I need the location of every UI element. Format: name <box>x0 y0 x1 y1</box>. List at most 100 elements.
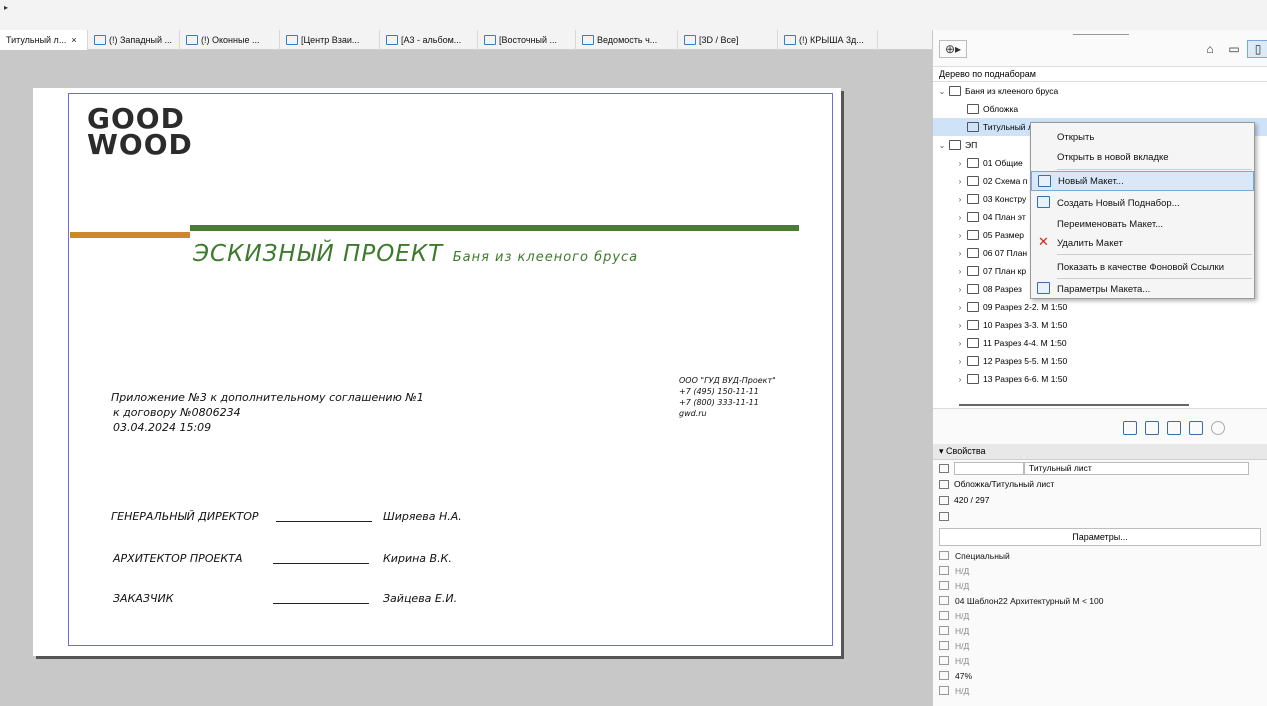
setting-icon <box>939 611 949 620</box>
tab-2[interactable]: (!) Оконные ... <box>180 30 280 50</box>
expand-arrow-icon[interactable]: ▸ <box>4 3 8 12</box>
tree-item[interactable]: › 12 Разрез 5-5. М 1:50 <box>933 352 1267 370</box>
view-icon <box>386 35 398 45</box>
setting-label: Специальный <box>955 550 1010 561</box>
new-subset-icon[interactable] <box>1145 421 1159 435</box>
tree-item-label: 03 Констру <box>983 194 1027 204</box>
menu-show-background[interactable]: Показать в качестве Фоновой Ссылки <box>1031 257 1254 277</box>
tab-3[interactable]: [Центр Взаи... <box>280 30 380 50</box>
menu-layout-params[interactable]: Параметры Макета... <box>1031 279 1254 299</box>
chevron-icon[interactable]: ⌄ <box>937 141 947 150</box>
chevron-icon[interactable]: › <box>955 375 965 384</box>
new-subset-icon <box>1037 196 1050 208</box>
tree-title: Дерево по поднаборам <box>933 66 1267 82</box>
layout-canvas[interactable]: GOOD WOOD ЭСКИЗНЫЙ ПРОЕКТ Баня из клеено… <box>0 50 932 706</box>
menu-open[interactable]: Открыть <box>1031 127 1254 147</box>
layout-icon <box>967 158 979 168</box>
setting-icon <box>939 686 949 695</box>
view-map-icon[interactable]: ▭ <box>1223 40 1245 58</box>
tab-label: Титульный л... <box>6 35 67 45</box>
view-mode-dropdown[interactable]: ⊕▸ <box>939 40 967 58</box>
layout-icon <box>967 374 979 384</box>
layout-settings-icon[interactable] <box>1189 421 1203 435</box>
layout-icon <box>949 140 961 150</box>
new-layout-icon[interactable] <box>1123 421 1137 435</box>
chevron-icon[interactable]: › <box>955 321 965 330</box>
appendix-text: Приложение №3 к дополнительному соглашен… <box>111 391 424 404</box>
project-map-icon[interactable]: ⌂ <box>1199 40 1221 58</box>
tree-item[interactable]: › 11 Разрез 4-4. М 1:50 <box>933 334 1267 352</box>
menu-new-subset[interactable]: Создать Новый Поднабор... <box>1031 193 1254 213</box>
tree-item-label: 08 Разрез <box>983 284 1022 294</box>
chevron-icon[interactable]: › <box>955 339 965 348</box>
tab-7[interactable]: [3D / Все] <box>678 30 778 50</box>
chevron-icon[interactable]: › <box>955 249 965 258</box>
menu-rename[interactable]: Переименовать Макет... <box>1031 214 1254 234</box>
layout-settings-icon <box>1037 282 1050 294</box>
disabled-action-icon <box>1211 421 1225 435</box>
prop-extra-row <box>933 508 1267 524</box>
view-setting-row: Специальный <box>933 548 1267 563</box>
tab-label: [3D / Все] <box>699 35 739 45</box>
view-icon <box>286 35 298 45</box>
tree-item[interactable]: › 10 Разрез 3-3. М 1:50 <box>933 316 1267 334</box>
chevron-icon[interactable]: › <box>955 195 965 204</box>
prop-name-field[interactable]: Титульный лист <box>1024 461 1249 475</box>
tab-label: (!) КРЫША 3д... <box>799 35 864 45</box>
view-icon <box>94 35 106 45</box>
layout-icon <box>967 122 979 132</box>
menu-open-new-tab[interactable]: Открыть в новой вкладке <box>1031 147 1254 167</box>
chevron-icon[interactable]: › <box>955 285 965 294</box>
new-master-icon[interactable] <box>1167 421 1181 435</box>
menu-separator <box>1057 254 1252 255</box>
orange-stripe <box>70 232 190 238</box>
tree-item-label: 05 Размер <box>983 230 1025 240</box>
setting-icon <box>939 596 949 605</box>
properties-header[interactable]: ▾ Свойства <box>933 444 1267 460</box>
tree-item[interactable]: Обложка <box>933 100 1267 118</box>
setting-label: Н/Д <box>955 580 970 591</box>
layout-icon <box>967 230 979 240</box>
tree-item[interactable]: ⌄ Баня из клееного бруса <box>933 82 1267 100</box>
view-icon <box>784 35 796 45</box>
prop-size: 420 / 297 <box>954 495 990 505</box>
chevron-icon[interactable]: ⌄ <box>937 87 947 96</box>
phone2-text: +7 (800) 333-11-11 <box>679 398 759 407</box>
tree-scrollbar[interactable] <box>959 404 1189 406</box>
prop-id-field[interactable] <box>954 461 1024 475</box>
context-menu: Открыть Открыть в новой вкладке Новый Ма… <box>1030 122 1255 299</box>
tab-label: (!) Западный ... <box>109 35 173 45</box>
tab-4[interactable]: [А3 - альбом... <box>380 30 478 50</box>
tab-5[interactable]: [Восточный ... <box>478 30 576 50</box>
layout-icon <box>967 302 979 312</box>
chevron-icon[interactable]: › <box>955 303 965 312</box>
chevron-icon[interactable]: › <box>955 357 965 366</box>
chevron-icon[interactable]: › <box>955 159 965 168</box>
master-icon <box>939 479 949 489</box>
view-setting-row: Н/Д <box>933 638 1267 653</box>
tree-item[interactable]: › 13 Разрез 6-6. М 1:50 <box>933 370 1267 388</box>
tab-6[interactable]: Ведомость ч... <box>576 30 678 50</box>
layout-icon <box>967 320 979 330</box>
tab-8[interactable]: (!) КРЫША 3д... <box>778 30 878 50</box>
name-customer: Зайцева Е.И. <box>383 592 458 605</box>
tab-0[interactable]: Титульный л... × <box>0 30 88 50</box>
chevron-icon[interactable]: › <box>955 231 965 240</box>
prop-name-row: Титульный лист <box>933 460 1267 476</box>
green-stripe <box>190 225 799 231</box>
tree-item[interactable]: › 09 Разрез 2-2. М 1:50 <box>933 298 1267 316</box>
tab-1[interactable]: (!) Западный ... <box>88 30 180 50</box>
setting-label: Н/Д <box>955 565 970 576</box>
menu-new-layout[interactable]: Новый Макет... <box>1031 171 1254 191</box>
close-icon[interactable]: × <box>71 35 76 45</box>
parameters-button[interactable]: Параметры... <box>939 528 1261 546</box>
chevron-icon[interactable]: › <box>955 177 965 186</box>
view-setting-row: 04 Шаблон22 Архитектурный М < 100 <box>933 593 1267 608</box>
tab-label: [А3 - альбом... <box>401 35 462 45</box>
menu-delete[interactable]: ✕ Удалить Макет <box>1031 233 1254 253</box>
chevron-icon[interactable]: › <box>955 267 965 276</box>
role-customer: ЗАКАЗЧИК <box>113 592 174 605</box>
layout-book-icon[interactable]: ▯ <box>1247 40 1267 58</box>
chevron-icon[interactable]: › <box>955 213 965 222</box>
setting-label: Н/Д <box>955 655 970 666</box>
